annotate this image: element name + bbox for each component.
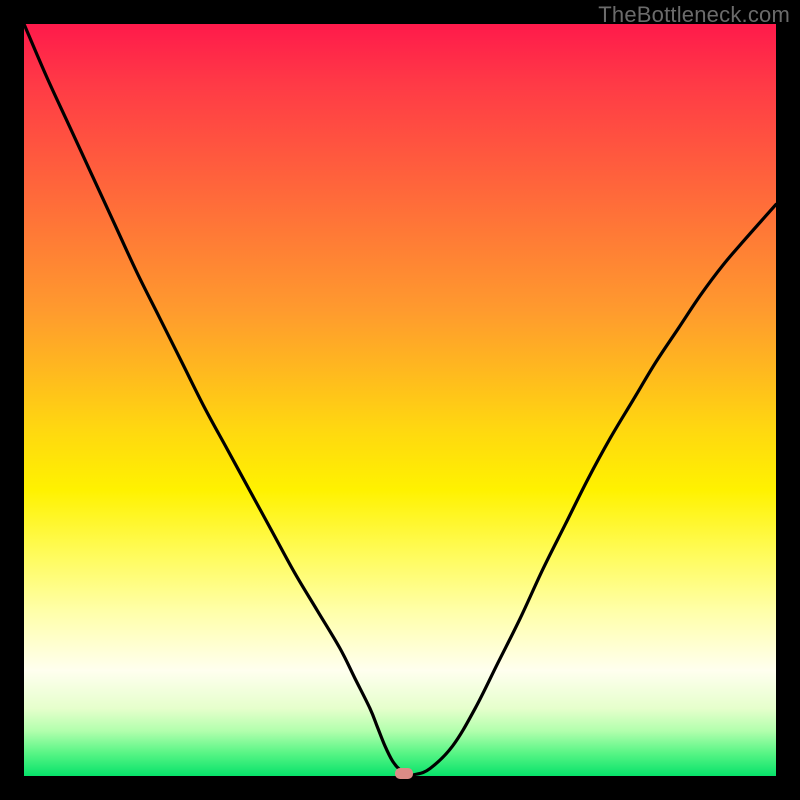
optimum-marker xyxy=(395,768,413,779)
watermark-text: TheBottleneck.com xyxy=(598,2,790,28)
plot-area xyxy=(24,24,776,776)
chart-frame: TheBottleneck.com xyxy=(0,0,800,800)
bottleneck-curve xyxy=(24,24,776,776)
